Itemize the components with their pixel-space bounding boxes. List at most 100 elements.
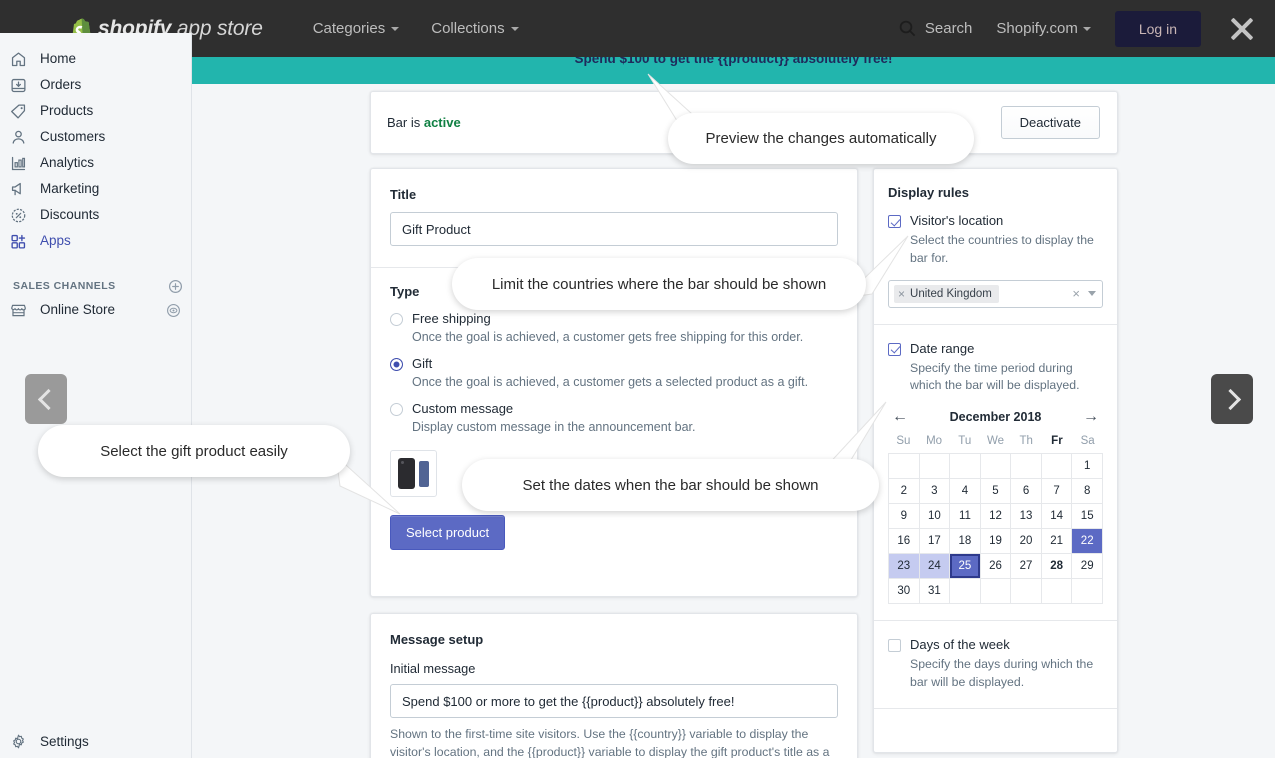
appstore-header-right: Search Shopify.com Log in [899,10,1259,47]
arrow-left-icon[interactable]: ← [892,409,908,425]
calendar-day[interactable]: 5 [980,479,1012,505]
calendar-day[interactable]: 12 [980,504,1012,530]
apps-grid-plus-icon [8,231,28,251]
appstore-nav-categories[interactable]: Categories [313,20,400,37]
sidebar-item-products[interactable]: Products [0,98,191,124]
calendar-day[interactable]: 10 [919,504,951,530]
rule-days-of-week-desc: Specify the days during which the bar wi… [910,657,1094,690]
sidebar-item-home[interactable]: Home [0,46,191,72]
calendar-cell-empty [980,454,1012,480]
calendar-weekday: Tu [958,435,972,448]
calendar-day[interactable]: 13 [1011,504,1042,530]
chevron-left-icon [37,388,59,410]
calendar-day[interactable]: 3 [919,479,951,505]
calendar-day[interactable]: 27 [1011,554,1042,580]
calendar-day[interactable]: 26 [980,554,1012,580]
sidebar-item-marketing[interactable]: Marketing [0,176,191,202]
title-input[interactable] [390,212,838,246]
callout-dates: Set the dates when the bar should be sho… [462,459,879,511]
calendar-day[interactable]: 24 [919,554,951,580]
arrow-right-icon[interactable]: → [1083,409,1099,425]
chevron-down-icon [1082,26,1091,31]
calendar-weekday: We [986,435,1005,448]
callout-dates-text: Set the dates when the bar should be sho… [522,476,819,494]
calendar-day[interactable]: 31 [919,579,951,605]
sidebar-item-apps[interactable]: Apps [0,228,191,254]
calendar-day[interactable]: 30 [889,579,920,605]
checkbox-days-of-week[interactable] [888,639,901,653]
calendar-day[interactable]: 11 [950,504,981,530]
initial-message-label: Initial message [390,661,476,676]
calendar-day[interactable]: 25 [950,554,981,580]
calendar-day[interactable]: 4 [950,479,981,505]
bar-status-prefix: Bar is [387,115,424,130]
chevron-down-icon[interactable] [1088,291,1096,297]
calendar-day[interactable]: 28 [1041,554,1073,580]
callout-preview: Preview the changes automatically [668,113,974,164]
sidebar-item-discounts[interactable]: Discounts [0,202,191,228]
sidebar-item-customers[interactable]: Customers [0,124,191,150]
calendar-day[interactable]: 20 [1011,529,1042,555]
tag-icon [8,101,28,121]
close-icon[interactable] [1225,12,1259,46]
calendar-cell-empty [1041,579,1073,605]
deactivate-button[interactable]: Deactivate [1000,106,1100,139]
phone-case-blue-icon [419,460,429,487]
calendar-day[interactable]: 19 [980,529,1012,555]
megaphone-icon [8,179,28,199]
login-button[interactable]: Log in [1114,10,1201,47]
appstore-domain-menu[interactable]: Shopify.com [996,20,1091,37]
calendar-day[interactable]: 14 [1041,504,1073,530]
clear-icon[interactable]: × [1072,286,1080,301]
calendar-day[interactable]: 18 [950,529,981,555]
calendar-day[interactable]: 1 [1072,454,1103,480]
radio-custom-message[interactable] [390,403,403,416]
type-option-free-shipping-desc: Once the goal is achieved, a customer ge… [412,330,804,344]
calendar-day[interactable]: 7 [1041,479,1073,505]
chevron-down-icon [391,26,400,31]
type-option-gift[interactable]: Gift Once the goal is achieved, a custom… [390,356,838,389]
radio-gift[interactable] [390,358,403,371]
calendar-cell-empty [1011,454,1042,480]
sidebar-item-settings-label: Settings [40,733,89,749]
checkbox-date-range[interactable] [888,342,901,356]
carousel-prev-button[interactable] [25,374,67,424]
sidebar-item-online-store[interactable]: Online Store [0,297,191,323]
circle-plus-icon[interactable] [168,279,183,294]
calendar-day[interactable]: 6 [1011,479,1042,505]
appstore-search-button[interactable]: Search [899,20,972,37]
type-option-custom-message[interactable]: Custom message Display custom message in… [390,401,838,434]
calendar-day[interactable]: 15 [1072,504,1103,530]
calendar-day[interactable]: 2 [889,479,920,505]
select-product-button[interactable]: Select product [390,515,506,550]
initial-message-input[interactable] [390,684,838,718]
calendar-day[interactable]: 29 [1072,554,1103,580]
carousel-next-button[interactable] [1211,374,1253,424]
country-select[interactable]: × United Kingdom × [888,279,1103,308]
eye-icon[interactable] [166,303,181,318]
calendar-cell-empty [980,579,1012,605]
calendar-cell-empty [1011,579,1042,605]
type-option-free-shipping[interactable]: Free shipping Once the goal is achieved,… [390,311,838,344]
calendar-day[interactable]: 8 [1072,479,1103,505]
checkbox-visitors-location[interactable] [888,215,901,228]
calendar-cell-empty [950,454,981,480]
calendar-day[interactable]: 21 [1041,529,1073,555]
calendar-weekday: Sa [1080,435,1095,448]
sidebar-item-orders[interactable]: Orders [0,72,191,98]
calendar-day[interactable]: 16 [889,529,920,555]
date-range-calendar: ← December 2018 → Su Mo Tu We Th Fr Sa 1234567… [888,409,1103,605]
calendar-cell-empty [889,454,920,480]
discount-badge-icon [8,205,28,225]
calendar-day[interactable]: 17 [919,529,951,555]
appstore-nav-collections[interactable]: Collections [431,20,519,37]
calendar-day[interactable]: 9 [889,504,920,530]
calendar-day[interactable]: 22 [1072,529,1103,555]
radio-free-shipping[interactable] [390,313,403,326]
title-field-label: Title [390,187,417,202]
sidebar-item-settings[interactable]: Settings [0,727,192,755]
sidebar-item-analytics[interactable]: Analytics [0,150,191,176]
rule-date-range-desc: Specify the time period during which the… [910,360,1080,393]
calendar-day[interactable]: 23 [889,554,920,580]
rule-days-of-week-label: Days of the week [910,637,1010,653]
